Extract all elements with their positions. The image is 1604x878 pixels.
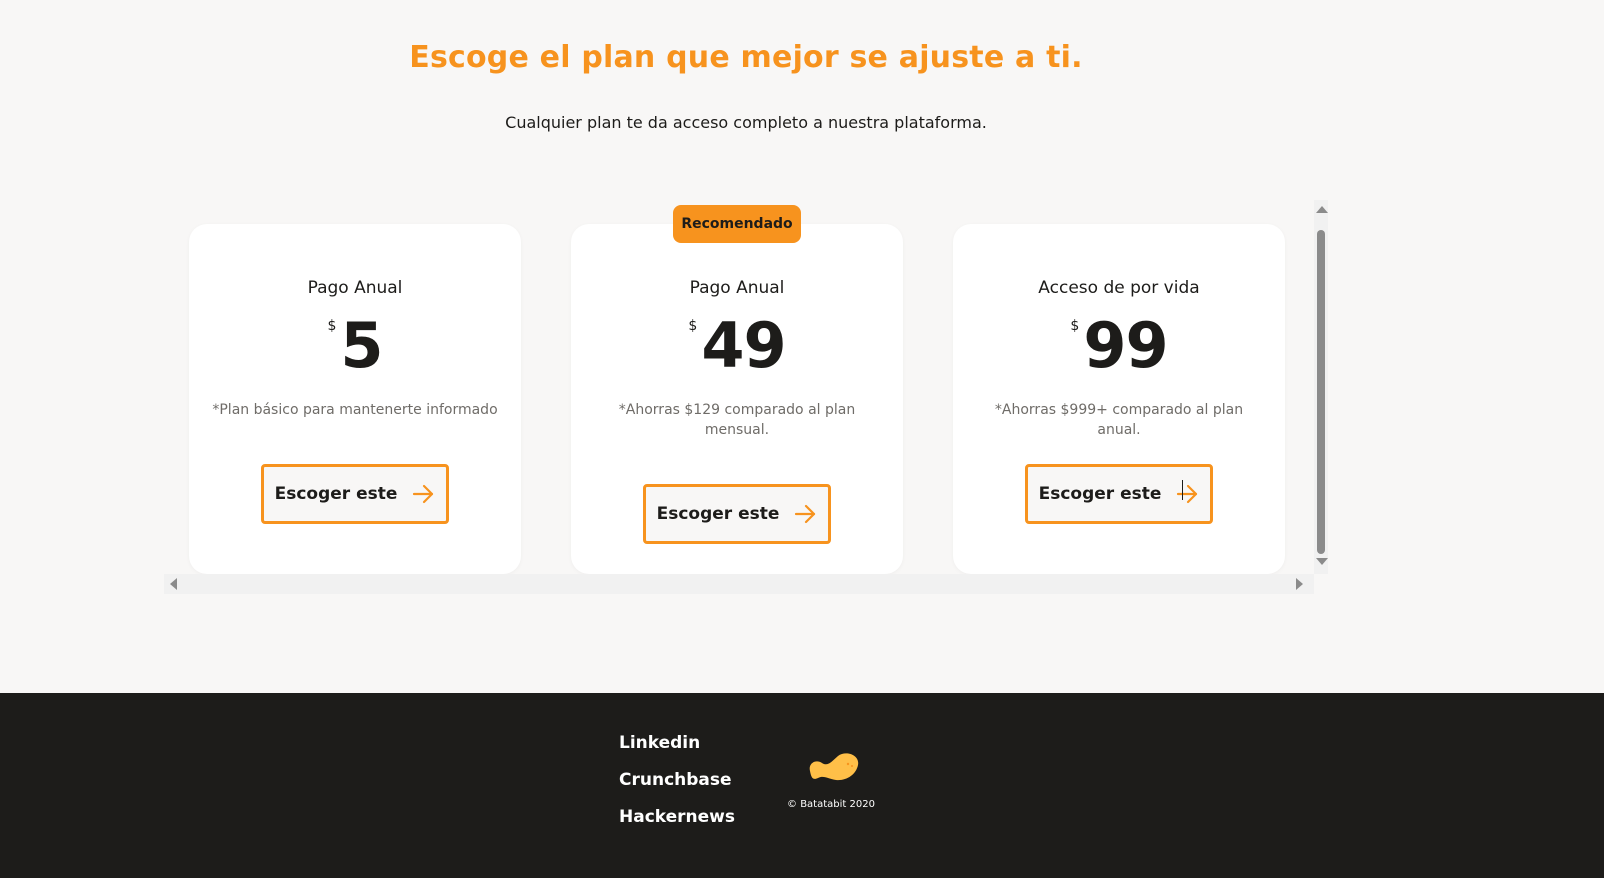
plan-price: $ 49	[571, 310, 903, 382]
footer-links: Linkedin Crunchbase Hackernews	[619, 731, 735, 842]
choose-plan-button[interactable]: Escoger este	[261, 464, 449, 524]
scroll-down-arrow-icon[interactable]	[1316, 558, 1328, 565]
choose-plan-button[interactable]: Escoger este	[1025, 464, 1213, 524]
vertical-scrollbar-thumb[interactable]	[1317, 230, 1325, 554]
plan-name: Acceso de por vida	[1038, 278, 1200, 298]
plan-note: *Ahorras $129 comparado al plan mensual.	[618, 402, 856, 438]
plan-name: Pago Anual	[689, 278, 785, 298]
plan-name: Pago Anual	[307, 278, 403, 298]
choose-plan-label: Escoger este	[1038, 484, 1162, 504]
page-subtitle: Cualquier plan te da acceso completo a n…	[505, 113, 987, 132]
price-value: 49	[701, 309, 786, 382]
page-title: Escoge el plan que mejor se ajuste a ti.	[409, 40, 1083, 75]
scroll-left-arrow-icon[interactable]	[170, 578, 177, 590]
pricing-section: Escoge el plan que mejor se ajuste a ti.…	[0, 0, 1604, 693]
price-value: 99	[1083, 309, 1168, 382]
arrow-right-icon	[795, 504, 816, 524]
footer: Linkedin Crunchbase Hackernews © Batatab…	[0, 693, 1604, 878]
horizontal-scrollbar[interactable]	[164, 574, 1314, 594]
scroll-up-arrow-icon[interactable]	[1316, 206, 1328, 213]
choose-plan-label: Escoger este	[274, 484, 398, 504]
price-value: 5	[340, 309, 383, 382]
plan-card-lifetime: Acceso de por vida $ 99 *Ahorras $999+ c…	[953, 224, 1285, 574]
copyright-text: © Batatabit 2020	[787, 799, 875, 810]
plan-note: *Ahorras $999+ comparado al plan anual.	[994, 402, 1244, 438]
batatabit-logo-icon	[809, 753, 859, 781]
text-cursor	[1182, 480, 1183, 500]
arrow-right-icon	[1177, 484, 1198, 504]
choose-plan-button[interactable]: Escoger este	[643, 484, 831, 544]
plans-scroll-container[interactable]: Pago Anual $ 5 *Plan básico para mantene…	[164, 200, 1328, 594]
plan-price: $ 5	[189, 310, 521, 382]
vertical-scrollbar[interactable]	[1314, 200, 1328, 574]
scroll-right-arrow-icon[interactable]	[1296, 578, 1303, 590]
footer-link-hackernews[interactable]: Hackernews	[619, 805, 735, 842]
plan-price: $ 99	[953, 310, 1285, 382]
plan-card-basic: Pago Anual $ 5 *Plan básico para mantene…	[189, 224, 521, 574]
currency-symbol: $	[327, 318, 337, 334]
choose-plan-label: Escoger este	[656, 504, 780, 524]
plan-card-recommended: Pago Anual $ 49 *Ahorras $129 comparado …	[571, 224, 903, 574]
footer-link-linkedin[interactable]: Linkedin	[619, 731, 735, 768]
currency-symbol: $	[1070, 318, 1080, 334]
arrow-right-icon	[413, 484, 434, 504]
plan-note: *Plan básico para mantenerte informado	[212, 402, 498, 418]
footer-link-crunchbase[interactable]: Crunchbase	[619, 768, 735, 805]
recommended-badge: Recomendado	[673, 205, 801, 243]
currency-symbol: $	[688, 318, 698, 334]
